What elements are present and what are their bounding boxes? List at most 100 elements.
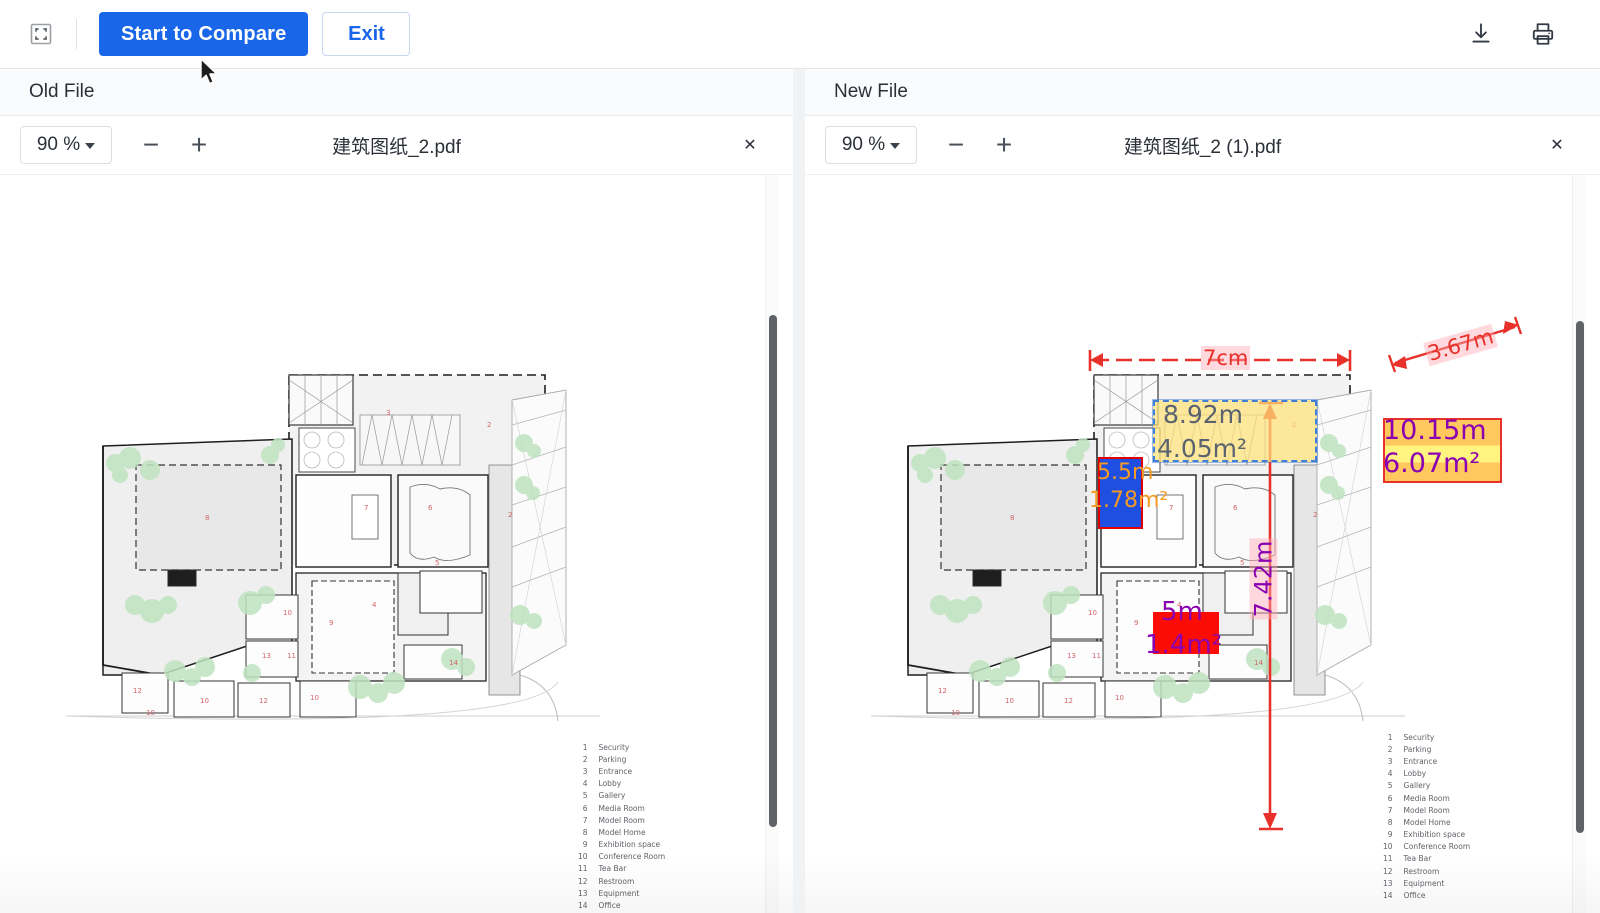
- svg-text:10: 10: [951, 709, 960, 717]
- chevron-down-icon: [85, 143, 96, 149]
- svg-text:14: 14: [449, 659, 458, 667]
- svg-text:10: 10: [146, 709, 155, 717]
- close-button-right[interactable]: ✕: [1544, 132, 1570, 158]
- svg-text:11: 11: [287, 652, 296, 660]
- svg-text:5: 5: [1240, 559, 1244, 567]
- start-to-compare-button[interactable]: Start to Compare: [99, 12, 309, 56]
- legend-num: 3: [582, 766, 588, 776]
- legend-num: 8: [1387, 817, 1393, 827]
- zoom-value-left: 90 %: [36, 134, 81, 155]
- zoom-select-left[interactable]: 90 %: [20, 126, 112, 164]
- svg-text:10: 10: [1088, 609, 1097, 617]
- legend-old: 1 Security 2 Parking 3 Entrance 4 Lobby 5 Gal…: [578, 741, 666, 912]
- pane-left-toolbar: 90 % − + 建筑图纸_2.pdf ✕: [0, 116, 793, 175]
- legend-name: Model Home: [1403, 817, 1451, 827]
- legend-table: 1 Security 2 Parking 3 Entrance 4 Lobby 5 Gal…: [578, 741, 666, 912]
- scrollbar-right[interactable]: [1572, 175, 1586, 913]
- zoom-out-button-right[interactable]: −: [939, 128, 973, 162]
- pane-right-body[interactable]: 8 3 7 6 5 9 4 10 13 11 12 10 12 10 10 14: [805, 175, 1600, 913]
- legend-num: 5: [582, 791, 588, 801]
- legend-name: Tea Bar: [598, 864, 627, 874]
- legend-row: 10 Conference Room: [1383, 841, 1471, 853]
- pane-right-filename: 建筑图纸_2 (1).pdf: [1123, 136, 1282, 158]
- legend-name: Media Room: [1403, 793, 1450, 803]
- legend-row: 13 Equipment: [1383, 877, 1471, 889]
- legend-num: 3: [1387, 756, 1393, 766]
- zoom-select-right[interactable]: 90 %: [825, 126, 917, 164]
- svg-text:4: 4: [372, 601, 377, 609]
- pane-old-file: Old File 90 % − + 建筑图纸_2.pdf ✕ 8 3 7 6 5…: [0, 69, 793, 913]
- scrollbar-left[interactable]: [765, 175, 779, 913]
- pane-divider: [793, 69, 805, 913]
- zoom-in-button-right[interactable]: +: [987, 128, 1021, 162]
- legend-name: Media Room: [598, 803, 645, 813]
- left-scroll-thumb[interactable]: [769, 315, 777, 827]
- svg-text:5: 5: [435, 559, 439, 567]
- legend-num: 13: [578, 888, 588, 898]
- fullscreen-icon[interactable]: [28, 21, 54, 47]
- legend-name: Equipment: [598, 888, 640, 898]
- legend-row: 10 Conference Room: [578, 851, 666, 863]
- legend-row: 6 Media Room: [578, 802, 666, 814]
- legend-row: 11 Tea Bar: [1383, 853, 1471, 865]
- legend-num: 1: [582, 742, 588, 752]
- legend-name: Equipment: [1403, 878, 1445, 888]
- legend-row: 1 Security: [1383, 731, 1471, 743]
- svg-text:12: 12: [133, 687, 142, 695]
- svg-text:12: 12: [259, 697, 268, 705]
- close-button-left[interactable]: ✕: [737, 132, 763, 158]
- legend-num: 12: [578, 876, 588, 886]
- floorplan-new: 8 3 7 6 5 9 4 10 13 11 12 10 12 10 10 14: [870, 374, 1405, 722]
- zoom-in-button-left[interactable]: +: [182, 128, 216, 162]
- download-icon[interactable]: [1466, 19, 1496, 49]
- legend-name: Restroom: [1403, 866, 1440, 876]
- toolbar-actions: [1466, 19, 1558, 49]
- svg-text:10: 10: [1005, 697, 1014, 705]
- svg-text:13: 13: [262, 652, 271, 660]
- legend-num: 7: [582, 815, 588, 825]
- svg-text:10: 10: [310, 694, 319, 702]
- svg-text:3: 3: [386, 409, 390, 417]
- legend-row: 2 Parking: [578, 753, 666, 765]
- legend-num: 4: [1387, 769, 1393, 779]
- legend-num: 10: [1383, 842, 1393, 852]
- exit-button[interactable]: Exit: [322, 12, 411, 56]
- svg-text:6: 6: [428, 504, 433, 512]
- svg-text:7: 7: [364, 504, 368, 512]
- svg-text:2: 2: [487, 421, 491, 429]
- svg-text:8: 8: [1010, 514, 1014, 522]
- svg-text:4: 4: [1177, 601, 1182, 609]
- legend-num: 12: [1383, 866, 1393, 876]
- legend-num: 6: [1387, 793, 1393, 803]
- legend-name: Lobby: [1403, 769, 1427, 779]
- svg-text:2: 2: [508, 511, 512, 519]
- legend-name: Entrance: [1403, 756, 1438, 766]
- legend-row: 12 Restroom: [1383, 865, 1471, 877]
- legend-num: 9: [1387, 830, 1393, 840]
- legend-name: Gallery: [1403, 781, 1431, 791]
- legend-new: 1 Security 2 Parking 3 Entrance 4 Lobby 5 Gal…: [1383, 731, 1471, 902]
- legend-num: 8: [582, 827, 588, 837]
- print-icon[interactable]: [1528, 19, 1558, 49]
- chevron-down-icon: [890, 143, 901, 149]
- top-toolbar: Start to Compare Exit: [0, 0, 1600, 69]
- legend-num: 10: [578, 852, 588, 862]
- legend-num: 2: [582, 754, 588, 764]
- legend-name: Model Room: [598, 815, 645, 825]
- legend-name: Parking: [598, 754, 627, 764]
- legend-num: 14: [578, 901, 588, 911]
- legend-row: 11 Tea Bar: [578, 863, 666, 875]
- legend-row: 12 Restroom: [578, 875, 666, 887]
- toolbar-divider: [76, 19, 77, 49]
- zoom-out-button-left[interactable]: −: [134, 128, 168, 162]
- svg-text:6: 6: [1233, 504, 1238, 512]
- legend-name: Exhibition space: [598, 840, 661, 850]
- svg-text:13: 13: [1067, 652, 1076, 660]
- pane-left-body[interactable]: 8 3 7 6 5 9 4 10 13 11 12 10 12 10 10 14: [0, 175, 793, 913]
- svg-text:12: 12: [1064, 697, 1073, 705]
- svg-text:14: 14: [1254, 659, 1263, 667]
- legend-name: Office: [598, 901, 621, 911]
- legend-row: 7 Model Room: [578, 814, 666, 826]
- right-scroll-thumb[interactable]: [1576, 321, 1584, 833]
- legend-name: Tea Bar: [1403, 854, 1432, 864]
